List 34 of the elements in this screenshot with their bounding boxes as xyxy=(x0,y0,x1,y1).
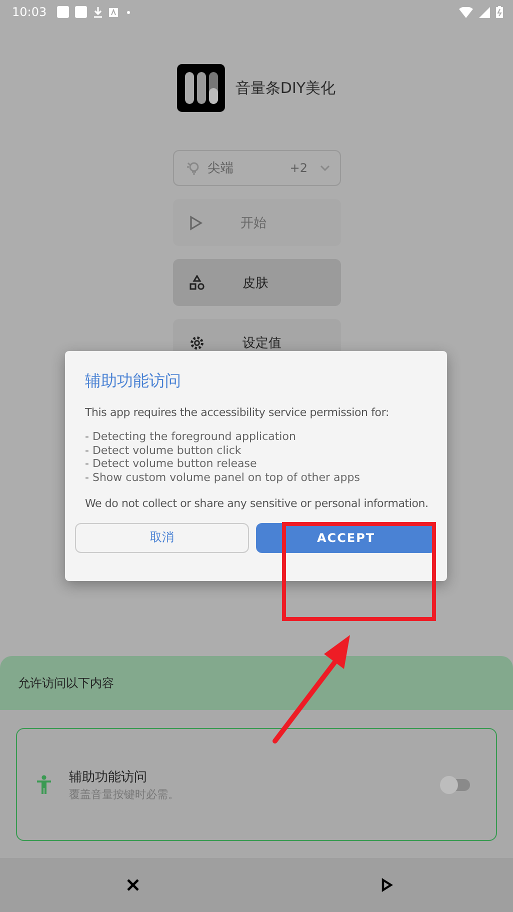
notification-icon xyxy=(56,6,69,18)
more-notifications-icon xyxy=(126,10,130,14)
app-title: 音量条DIY美化 xyxy=(235,78,336,98)
dropdown-value: 尖端 xyxy=(208,160,234,177)
settings-icon xyxy=(188,334,204,350)
dialog-list-item: - Show custom volume panel on top of other apps xyxy=(85,471,361,485)
accessibility-icon xyxy=(37,774,51,794)
play-icon[interactable] xyxy=(380,878,393,892)
notification-icon xyxy=(74,6,87,18)
app-logo-icon xyxy=(177,64,226,112)
cancel-button[interactable]: 取消 xyxy=(75,522,250,553)
download-icon xyxy=(92,6,103,18)
play-icon xyxy=(188,214,202,230)
dialog-text: We do not collect or share any sensitive or personal information. xyxy=(85,496,430,510)
lightbulb-icon xyxy=(186,160,200,176)
selection-count: +2 xyxy=(290,161,308,175)
dialog-list-item: - Detecting the foreground application xyxy=(85,430,297,444)
wifi-icon xyxy=(459,6,473,18)
dialog-title: 辅助功能访问 xyxy=(85,371,182,392)
skin-button[interactable]: 皮肤 xyxy=(172,259,340,306)
dialog-list-item: - Detect volume button click xyxy=(85,444,242,458)
status-time: 10:03 xyxy=(12,5,47,19)
close-icon[interactable] xyxy=(126,878,140,892)
app-notification-icon xyxy=(108,8,118,16)
permission-title: 辅助功能访问 xyxy=(69,768,148,786)
signal-icon xyxy=(479,6,490,18)
chevron-down-icon xyxy=(320,165,330,171)
dialog-text: This app requires the accessibility service permission for: xyxy=(85,406,390,419)
shapes-icon xyxy=(188,274,204,290)
battery-icon xyxy=(496,6,503,18)
preset-dropdown[interactable]: 尖端 +2 xyxy=(172,150,340,186)
sheet-title: 允许访问以下内容 xyxy=(18,674,114,692)
dialog-list-item: - Detect volume button release xyxy=(85,457,258,472)
permission-switch[interactable] xyxy=(442,778,470,790)
